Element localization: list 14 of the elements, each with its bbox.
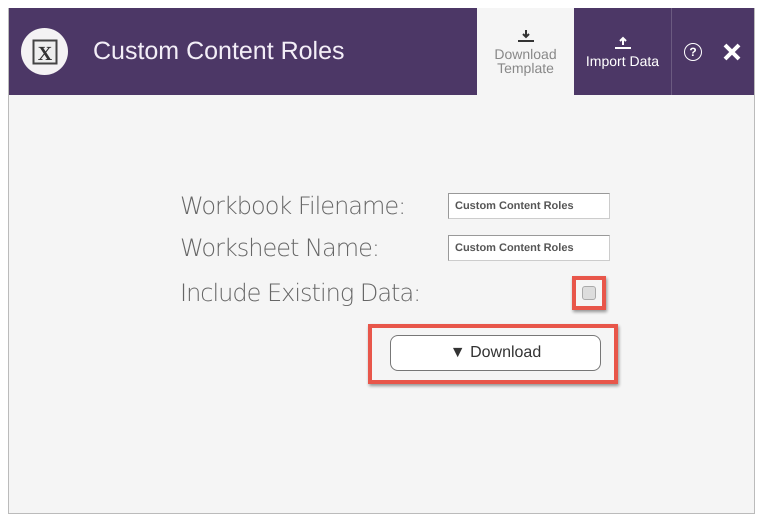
input-field[interactable]: Custom Content Roles — [448, 193, 610, 219]
checkbox[interactable] — [582, 286, 596, 300]
field-label: Workbook Filename: — [180, 192, 406, 220]
window-title: Custom Content Roles — [93, 37, 346, 66]
upload-icon — [614, 36, 632, 50]
download-button[interactable]: ▼ Download — [390, 335, 601, 371]
help-icon[interactable]: ? — [684, 42, 702, 60]
field-label: Worksheet Name: — [180, 234, 380, 262]
excel-logo-icon: X — [21, 28, 68, 75]
download-icon — [516, 28, 534, 42]
checkbox-label: Include Existing Data: — [180, 279, 422, 307]
close-icon[interactable] — [722, 42, 742, 62]
input-field[interactable]: Custom Content Roles — [448, 235, 610, 261]
tab[interactable]: Import Data — [574, 8, 671, 95]
